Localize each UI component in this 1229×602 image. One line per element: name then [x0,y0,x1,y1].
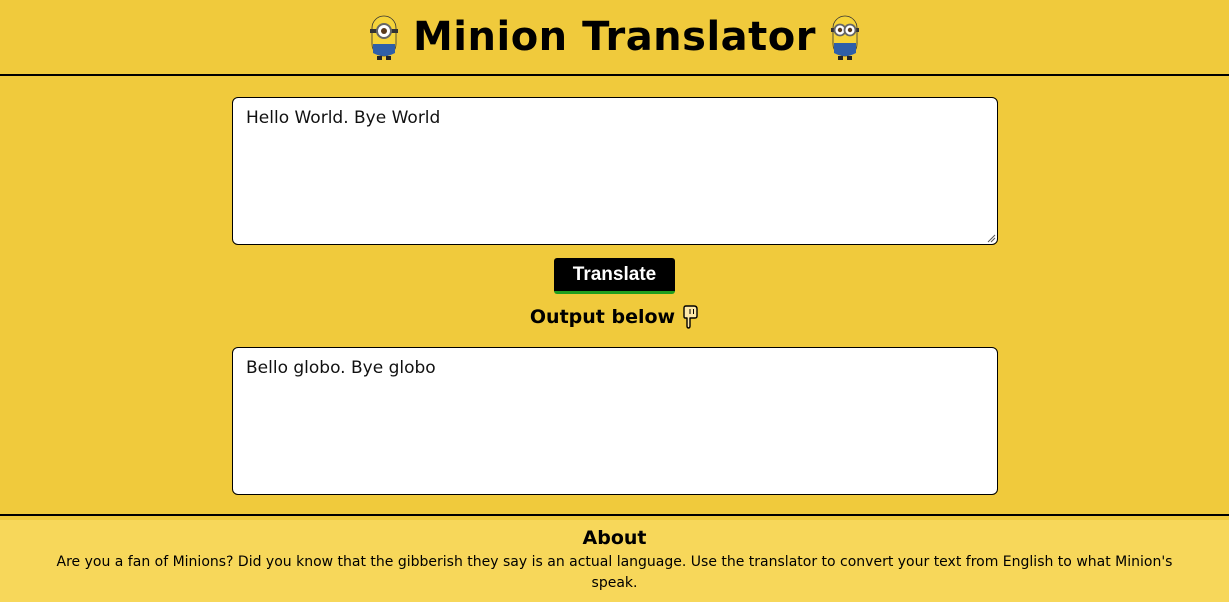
about-heading: About [582,527,647,549]
app-header: Minion Translator [0,0,1229,76]
output-textarea[interactable]: Bello globo. Bye globo [232,347,998,495]
page-title: Minion Translator [412,14,816,60]
page: Minion Translator Hello World. Bye World… [0,0,1229,602]
about-footer: About Are you a fan of Minions? Did you … [0,520,1229,602]
resize-grip-icon[interactable] [987,234,996,243]
input-textarea[interactable]: Hello World. Bye World [232,97,998,245]
minion-two-eyes-icon [831,15,859,60]
minion-one-eye-icon [369,15,398,60]
footer-divider [0,514,1229,516]
output-label-text: Output below [529,306,676,328]
about-text: Are you a fan of Minions? Did you know t… [56,554,1173,591]
pointing-down-hand-icon [683,305,698,329]
translate-button[interactable]: Translate [554,258,675,294]
output-label: Output below [0,305,1229,329]
